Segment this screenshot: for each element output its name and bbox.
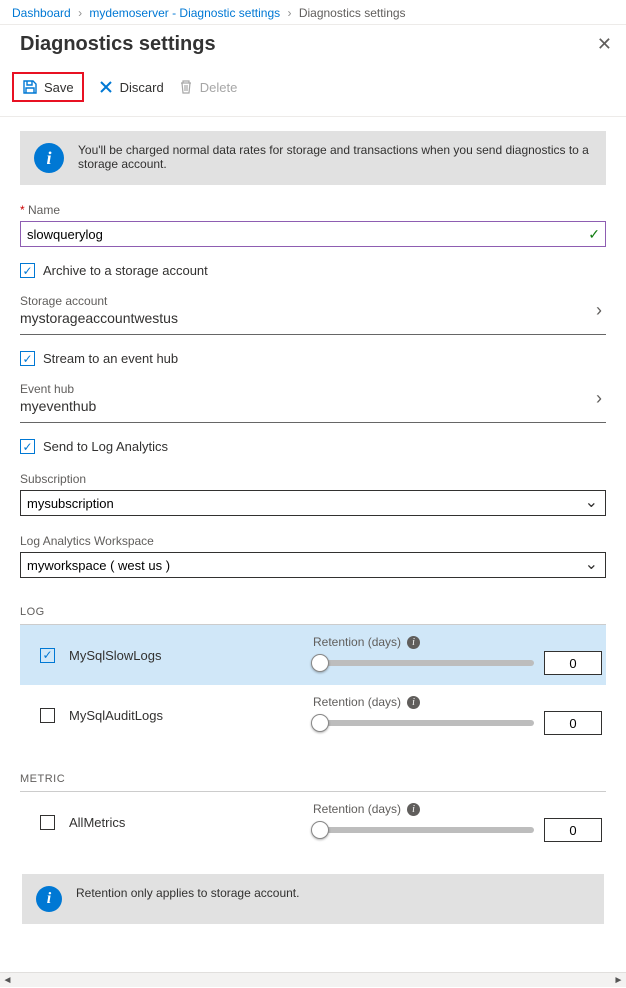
- breadcrumb: Dashboard › mydemoserver - Diagnostic se…: [0, 0, 626, 25]
- storage-account-panel[interactable]: Storage account mystorageaccountwestus ›: [20, 282, 606, 335]
- workspace-select[interactable]: myworkspace ( west us ): [20, 552, 606, 578]
- toolbar: Save Discard Delete: [0, 62, 626, 117]
- info-icon: i: [36, 886, 62, 912]
- delete-icon: [178, 79, 194, 95]
- metric-checkbox[interactable]: [40, 815, 55, 830]
- slider-thumb-icon[interactable]: [311, 654, 329, 672]
- eventhub-value: myeventhub: [20, 398, 96, 414]
- loganalytics-label: Send to Log Analytics: [43, 439, 168, 454]
- scroll-left-icon[interactable]: ◄: [0, 973, 15, 988]
- chevron-right-icon: ›: [287, 6, 291, 20]
- discard-label: Discard: [120, 80, 164, 95]
- save-label: Save: [44, 80, 74, 95]
- archive-checkbox[interactable]: ✓: [20, 263, 35, 278]
- subscription-select[interactable]: mysubscription: [20, 490, 606, 516]
- loganalytics-checkbox-row[interactable]: ✓ Send to Log Analytics: [20, 439, 606, 454]
- delete-button: Delete: [178, 79, 238, 95]
- retention-slider[interactable]: [313, 720, 534, 726]
- retention-input[interactable]: [544, 818, 602, 842]
- log-name: MySqlSlowLogs: [69, 648, 299, 663]
- save-button[interactable]: Save: [12, 72, 84, 102]
- info-retention: i Retention only applies to storage acco…: [22, 874, 604, 924]
- retention-input[interactable]: [544, 711, 602, 735]
- info-icon[interactable]: i: [407, 636, 420, 649]
- stream-checkbox[interactable]: ✓: [20, 351, 35, 366]
- archive-checkbox-row[interactable]: ✓ Archive to a storage account: [20, 263, 606, 278]
- log-name: MySqlAuditLogs: [69, 708, 299, 723]
- delete-label: Delete: [200, 80, 238, 95]
- storage-value: mystorageaccountwestus: [20, 310, 178, 326]
- breadcrumb-server[interactable]: mydemoserver - Diagnostic settings: [89, 6, 280, 20]
- chevron-right-icon: ›: [596, 300, 606, 321]
- log-row-mysqlauditlogs: MySqlAuditLogs Retention (days) i: [20, 685, 606, 745]
- loganalytics-checkbox[interactable]: ✓: [20, 439, 35, 454]
- stream-checkbox-row[interactable]: ✓ Stream to an event hub: [20, 351, 606, 366]
- close-icon[interactable]: ✕: [597, 34, 612, 55]
- breadcrumb-current: Diagnostics settings: [299, 6, 406, 20]
- chevron-right-icon: ›: [596, 388, 606, 409]
- stream-label: Stream to an event hub: [43, 351, 178, 366]
- log-checkbox[interactable]: [40, 708, 55, 723]
- breadcrumb-dashboard[interactable]: Dashboard: [12, 6, 71, 20]
- workspace-label: Log Analytics Workspace: [20, 534, 606, 548]
- log-row-mysqlslowlogs: ✓ MySqlSlowLogs Retention (days) i: [20, 625, 606, 685]
- info-charges-text: You'll be charged normal data rates for …: [78, 143, 592, 171]
- chevron-right-icon: ›: [78, 6, 82, 20]
- retention-slider[interactable]: [313, 827, 534, 833]
- slider-thumb-icon[interactable]: [311, 714, 329, 732]
- name-input[interactable]: [20, 221, 606, 247]
- discard-button[interactable]: Discard: [98, 79, 164, 95]
- save-icon: [22, 79, 38, 95]
- page-title: Diagnostics settings: [20, 33, 216, 56]
- metric-row-allmetrics: AllMetrics Retention (days) i: [20, 792, 606, 852]
- storage-label: Storage account: [20, 294, 178, 308]
- valid-check-icon: ✓: [588, 226, 600, 243]
- eventhub-label: Event hub: [20, 382, 96, 396]
- slider-thumb-icon[interactable]: [311, 821, 329, 839]
- metric-section-header: METRIC: [20, 773, 606, 792]
- retention-label: Retention (days): [313, 802, 401, 816]
- metric-name: AllMetrics: [69, 815, 299, 830]
- scroll-right-icon[interactable]: ►: [611, 973, 626, 988]
- discard-icon: [98, 79, 114, 95]
- info-icon[interactable]: i: [407, 696, 420, 709]
- subscription-label: Subscription: [20, 472, 606, 486]
- info-icon: i: [34, 143, 64, 173]
- name-label: * Name: [20, 203, 606, 217]
- log-checkbox[interactable]: ✓: [40, 648, 55, 663]
- retention-label: Retention (days): [313, 695, 401, 709]
- archive-label: Archive to a storage account: [43, 263, 208, 278]
- retention-slider[interactable]: [313, 660, 534, 666]
- horizontal-scrollbar[interactable]: ◄ ►: [0, 972, 626, 987]
- retention-input[interactable]: [544, 651, 602, 675]
- log-section-header: LOG: [20, 606, 606, 625]
- info-icon[interactable]: i: [407, 803, 420, 816]
- info-retention-text: Retention only applies to storage accoun…: [76, 886, 299, 900]
- info-charges: i You'll be charged normal data rates fo…: [20, 131, 606, 185]
- retention-label: Retention (days): [313, 635, 401, 649]
- event-hub-panel[interactable]: Event hub myeventhub ›: [20, 370, 606, 423]
